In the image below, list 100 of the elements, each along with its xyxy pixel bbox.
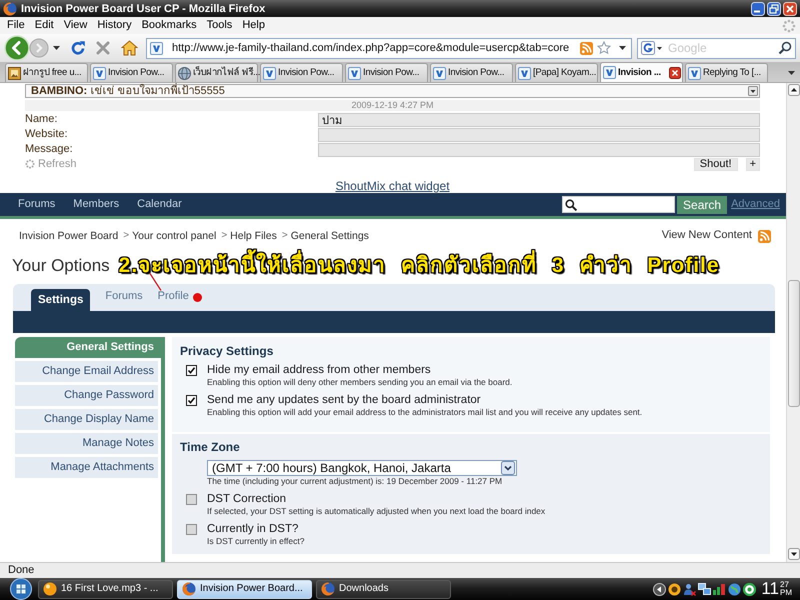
sidebar-item[interactable]: Manage Attachments <box>15 457 158 478</box>
search-field[interactable] <box>562 196 676 213</box>
ring-icon[interactable] <box>743 582 756 596</box>
options-tab[interactable]: Profile <box>158 289 189 311</box>
scroll-up-button[interactable] <box>788 84 800 96</box>
address-field[interactable]: http://www.je-family-thailand.com/index.php?app=core&module=usercp&tab=core <box>146 38 632 58</box>
text-field[interactable] <box>318 128 760 142</box>
option-hint: The time (including your current adjustment) is: 19 December 2009 - 11:27 PM <box>207 476 502 487</box>
site-icon <box>433 66 446 80</box>
caret-icon[interactable] <box>619 46 626 50</box>
menu-item[interactable]: Help <box>238 18 271 33</box>
nav-link[interactable]: Calendar <box>137 198 182 212</box>
restore-button[interactable] <box>767 2 781 16</box>
reload-button[interactable] <box>70 40 86 56</box>
leader-line <box>149 273 162 291</box>
bars-icon[interactable] <box>713 582 726 596</box>
add-button[interactable]: + <box>746 158 760 170</box>
shout-message: BAMBINO: เข่เข่ ขอบใจมากพี่เป้า55555 <box>31 85 225 97</box>
option-hint: If selected, your DST setting is automatically adjusted when you next load the board index <box>207 506 546 517</box>
site-icon <box>150 42 163 54</box>
browser-tab[interactable]: Invision ... <box>600 62 683 82</box>
menu-item[interactable]: Bookmarks <box>138 18 203 33</box>
option-label: Send me any updates sent by the board administrator <box>207 393 482 407</box>
scrollbar[interactable] <box>786 83 800 562</box>
network-icon[interactable] <box>698 582 712 596</box>
back-button[interactable] <box>4 35 30 61</box>
marker-dot-icon <box>192 293 202 302</box>
globe-icon <box>178 66 191 80</box>
menu-item[interactable]: History <box>93 18 138 33</box>
browser-tab[interactable]: Invision Pow... <box>430 63 513 82</box>
menu-item[interactable]: View <box>60 18 94 33</box>
option-hint: Enabling this option will add your email address to the administrators mail list and you will receive any updates sent. <box>207 407 642 418</box>
section-title: Time Zone <box>179 440 241 454</box>
checkbox[interactable] <box>186 365 197 376</box>
options-tab[interactable]: Forums <box>105 289 143 311</box>
sidebar-item[interactable]: Manage Notes <box>15 433 158 454</box>
search-button[interactable]: Search <box>677 196 728 214</box>
browser-tab[interactable]: Replying To [... <box>685 63 768 82</box>
scroll-down-button[interactable] <box>788 548 800 560</box>
widget-link[interactable]: ShoutMix chat widget <box>335 180 450 193</box>
shout-button[interactable]: Shout! <box>694 158 738 170</box>
text-field[interactable] <box>318 143 760 157</box>
site-icon <box>93 66 106 80</box>
advanced-search-link[interactable]: Advanced <box>731 198 780 212</box>
browser-tab[interactable]: Invision Pow... <box>260 63 343 82</box>
breadcrumb-link[interactable]: General Settings <box>290 230 369 242</box>
close-tab-icon[interactable] <box>669 66 681 78</box>
menu-item[interactable]: Tools <box>202 18 238 33</box>
view-new-content-link[interactable]: View New Content <box>662 229 752 243</box>
picture-icon <box>8 66 21 80</box>
browser-tab[interactable]: Invision Pow... <box>345 63 428 82</box>
start-button[interactable] <box>8 578 34 600</box>
timezone-dropdown[interactable]: (GMT + 7:00 hours) Bangkok, Hanoi, Jakarta <box>207 460 517 476</box>
taskbar-button[interactable]: Downloads <box>316 580 451 598</box>
field-label: Message: <box>25 143 74 157</box>
spinner-icon <box>782 18 796 32</box>
menu-item[interactable]: File <box>3 18 31 33</box>
breadcrumb-link[interactable]: Help Files <box>230 230 277 242</box>
checkbox[interactable] <box>186 524 197 535</box>
browser-icon <box>321 582 335 596</box>
browser-tab[interactable]: Invision Pow... <box>90 63 173 82</box>
dropdown-button[interactable] <box>748 86 758 96</box>
site-icon <box>518 66 531 80</box>
breadcrumb-separator: > <box>221 230 228 242</box>
search-engine-icon[interactable] <box>641 41 655 55</box>
caret-icon[interactable] <box>657 46 662 50</box>
checkbox[interactable] <box>186 494 197 505</box>
scroll-thumb[interactable] <box>788 280 800 407</box>
clock-period: PM <box>780 589 792 597</box>
globe-icon[interactable] <box>728 582 742 596</box>
sidebar-item[interactable]: General Settings <box>15 337 161 358</box>
caret-icon[interactable] <box>53 46 60 50</box>
caret-icon[interactable] <box>788 71 795 75</box>
search-icon[interactable] <box>778 41 792 55</box>
nav-link[interactable]: Forums <box>18 198 56 212</box>
breadcrumb-link[interactable]: Invision Power Board <box>19 230 118 242</box>
checkbox[interactable] <box>186 395 197 406</box>
window-title: Invision Power Board User CP - Mozilla Firefox <box>21 2 266 16</box>
sidebar-item[interactable]: Change Password <box>15 385 158 406</box>
browser-tab[interactable]: เว็บฝากไฟล์ ฟรี... <box>175 63 258 82</box>
ball-icon <box>43 582 57 596</box>
browser-tab[interactable]: [Papa] Koyam... <box>515 63 598 82</box>
sidebar-item[interactable]: Change Display Name <box>15 409 158 430</box>
close-button[interactable] <box>783 2 797 16</box>
nav-link[interactable]: Members <box>73 198 120 212</box>
minimize-button[interactable] <box>751 2 765 16</box>
disc-icon[interactable] <box>668 582 682 596</box>
menu-item[interactable]: Edit <box>30 18 60 33</box>
breadcrumb-link[interactable]: Your control panel <box>132 230 216 242</box>
options-tab[interactable]: Settings <box>31 289 90 311</box>
bookmark-star-icon[interactable] <box>597 41 611 55</box>
taskbar-button[interactable]: 16 First Love.mp3 - ... <box>38 580 173 598</box>
clock-hour: 11 <box>761 579 779 599</box>
taskbar-button[interactable]: Invision Power Board... <box>177 580 312 598</box>
stop-button[interactable] <box>96 41 110 55</box>
browser-tab[interactable]: ฝากรูป free u... <box>5 63 88 82</box>
user-icon[interactable] <box>683 582 696 596</box>
text-field[interactable]: ปาม <box>318 113 760 127</box>
home-button[interactable] <box>121 40 138 56</box>
sidebar-item[interactable]: Change Email Address <box>15 361 158 382</box>
